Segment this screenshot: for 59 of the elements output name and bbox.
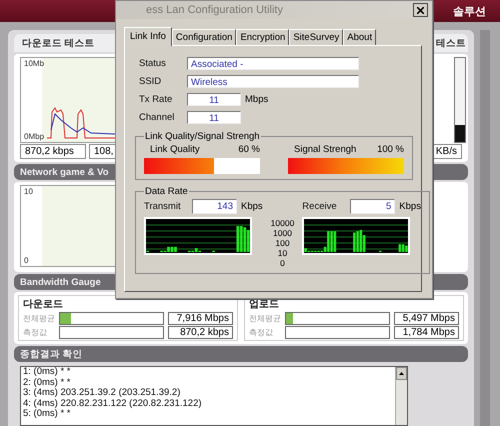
close-button[interactable] <box>413 3 428 17</box>
window-title: ess Lan Configuration Utility <box>146 4 283 16</box>
unit-label: Kbps <box>399 201 421 212</box>
field-label: SSID <box>139 76 162 87</box>
field-label: Channel <box>139 112 176 123</box>
input-field[interactable]: 11 <box>187 111 241 124</box>
meter-label: Signal Strengh <box>294 144 356 155</box>
gauge-label: 전체평균 <box>249 313 281 324</box>
field-label: Status <box>139 58 167 69</box>
log-line: 2: (0ms) * * <box>23 378 72 388</box>
tab[interactable]: SiteSurvey <box>289 29 344 45</box>
log-line: 1: (0ms) * * <box>23 367 72 378</box>
up-arrow-icon <box>399 372 404 375</box>
unit-label: Kbps <box>241 201 263 212</box>
meter-reading: 60 % <box>238 144 260 155</box>
scale-label: 1000 <box>273 228 292 238</box>
gauge-value: 7,916 Mbps <box>168 312 233 325</box>
scale-label: 10 <box>278 248 288 258</box>
gauge-value: 5,497 Mbps <box>394 312 459 325</box>
field-label: Tx Rate <box>139 94 174 105</box>
tab[interactable]: Link Info <box>124 27 172 46</box>
field-label: Receive <box>302 201 338 212</box>
brand-text: 솔루션 <box>453 4 486 18</box>
unit-label: Mbps <box>245 94 268 105</box>
axis-label: 0 <box>24 256 28 265</box>
section-header: 종합결과 확인 <box>14 346 468 362</box>
tab[interactable]: Encryption <box>236 29 290 45</box>
axis-label: 10 <box>24 187 33 196</box>
gauge-title: 업로드 <box>249 298 280 311</box>
meter-reading: 100 % <box>377 144 404 155</box>
rate-field[interactable]: 5 <box>350 199 396 214</box>
section-title: 다운로드 테스트 <box>22 36 95 50</box>
gauge-title: 다운로드 <box>23 298 64 311</box>
log-line: 5: (0ms) * * <box>23 409 72 420</box>
log-line: 4: (4ms) 220.82.231.122 (220.82.231.122) <box>23 398 203 409</box>
tab[interactable]: About <box>343 29 376 45</box>
scroll-up-button[interactable] <box>396 367 407 380</box>
scale-label: 10000 <box>270 218 294 228</box>
tab[interactable]: Configuration <box>172 29 236 45</box>
input-field[interactable]: Associated - <box>187 57 359 70</box>
gauge-value: 870,2 kbps <box>168 326 233 339</box>
gauge-label: 측정값 <box>249 327 274 338</box>
log-line: 3: (4ms) 203.251.39.2 (203.251.39.2) <box>23 388 182 399</box>
gauge-value: 1,784 Mbps <box>394 326 459 339</box>
input-field[interactable]: Wireless <box>187 75 359 88</box>
axis-label: 0Mbp <box>24 132 44 141</box>
rate-field[interactable]: 143 <box>192 199 237 214</box>
field-label: Transmit <box>144 201 182 212</box>
close-icon <box>417 6 424 14</box>
gauge-label: 측정값 <box>23 327 48 338</box>
axis-label: 10Mb <box>24 59 44 68</box>
gauge-label: 전체평균 <box>23 313 55 324</box>
group-title: Data Rate <box>144 186 189 197</box>
input-field[interactable]: 11 <box>187 93 241 106</box>
speed-reading: 870,2 kbps <box>20 144 86 159</box>
scale-label: 0 <box>280 258 285 268</box>
group-title: Link Quality/Signal Strengh <box>144 131 261 142</box>
section-title: 테스트 <box>436 36 466 50</box>
scale-label: 100 <box>275 238 290 248</box>
